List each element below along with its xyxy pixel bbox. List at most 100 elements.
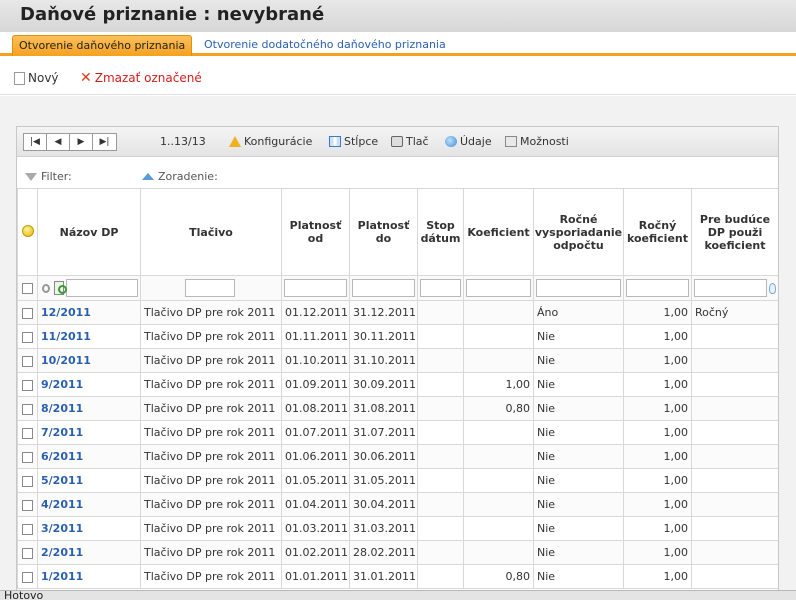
column-header-platnost-do[interactable]: Platnosť do	[349, 188, 418, 276]
cell-tlacivo: Tlačivo DP pre rok 2011	[140, 444, 282, 469]
cell-koef: 0,80	[463, 564, 534, 589]
row-checkbox[interactable]	[22, 355, 33, 367]
cell-stop	[417, 348, 464, 373]
record-range: 1..13/13	[160, 135, 206, 148]
tax-return-link[interactable]: 12/2011	[41, 306, 91, 319]
table-row[interactable]: 3/2011 Tlačivo DP pre rok 2011 01.03.2011 3…	[17, 516, 778, 541]
tax-return-link[interactable]: 1/2011	[41, 570, 83, 583]
row-checkbox[interactable]	[22, 523, 33, 535]
data-button[interactable]: Údaje	[445, 135, 492, 148]
tax-return-link[interactable]: 9/2011	[41, 378, 83, 391]
cell-do: 31.05.2011	[349, 468, 418, 493]
table-row[interactable]: 10/2011 Tlačivo DP pre rok 2011 01.10.2011…	[17, 348, 778, 373]
pager-first-button[interactable]: |◀	[24, 134, 47, 150]
tax-return-link[interactable]: 8/2011	[41, 402, 83, 415]
row-checkbox-cell	[17, 300, 38, 325]
column-header-stop-datum[interactable]: Stop dátum	[417, 188, 464, 276]
column-header-rocne-vysporiadanie[interactable]: Ročné vysporiadanie odpočtu	[533, 188, 624, 276]
filter-sort-bar: Filter: Zoradenie:	[17, 165, 778, 187]
filter-input-pre-buduce-dp[interactable]	[694, 279, 767, 297]
filter-toggle[interactable]: Filter:	[25, 170, 72, 183]
row-checkbox[interactable]	[22, 499, 33, 511]
cell-stop	[417, 492, 464, 517]
row-checkbox[interactable]	[22, 475, 33, 487]
table-row[interactable]: 7/2011 Tlačivo DP pre rok 2011 01.07.2011 3…	[17, 420, 778, 445]
filter-input-tlacivo[interactable]	[185, 279, 235, 297]
tab-open-tax-return[interactable]: Otvorenie daňového priznania	[12, 35, 193, 56]
advanced-search-icon[interactable]	[53, 281, 67, 295]
filter-input-platnost-od[interactable]	[284, 279, 347, 297]
row-checkbox[interactable]	[22, 307, 33, 319]
cell-rocny: 1,00	[623, 444, 692, 469]
column-header-platnost-od[interactable]: Platnosť od	[281, 188, 350, 276]
row-checkbox[interactable]	[22, 331, 33, 343]
print-button[interactable]: Tlač	[391, 135, 429, 148]
table-row[interactable]: 8/2011 Tlačivo DP pre rok 2011 01.08.2011 3…	[17, 396, 778, 421]
filter-input-stop-datum[interactable]	[420, 279, 461, 297]
column-header-pre-buduce-dp[interactable]: Pre budúce DP použi koeficient	[691, 188, 778, 276]
table-row[interactable]: 9/2011 Tlačivo DP pre rok 2011 01.09.2011 3…	[17, 372, 778, 397]
configurations-button[interactable]: Konfigurácie	[229, 135, 312, 148]
cell-nazov: 11/2011	[37, 324, 141, 349]
table-row[interactable]: 5/2011 Tlačivo DP pre rok 2011 01.05.2011 3…	[17, 468, 778, 493]
search-icon[interactable]	[42, 283, 50, 293]
options-button[interactable]: Možnosti	[505, 135, 569, 148]
table-row[interactable]: 2/2011 Tlačivo DP pre rok 2011 01.02.2011 2…	[17, 540, 778, 565]
delete-selected-button[interactable]: ✕ Zmazať označené	[80, 71, 202, 85]
filter-input-rocne-vysporiadanie[interactable]	[536, 279, 621, 297]
row-checkbox[interactable]	[22, 379, 33, 391]
pager-next-button[interactable]: ▶	[70, 134, 93, 150]
row-checkbox-cell	[17, 516, 38, 541]
tax-return-link[interactable]: 7/2011	[41, 426, 83, 439]
column-header-rocny-koeficient[interactable]: Ročný koeficient	[623, 188, 692, 276]
cell-do: 30.09.2011	[349, 372, 418, 397]
tax-return-link[interactable]: 11/2011	[41, 330, 91, 343]
cell-buduce	[691, 420, 778, 445]
row-checkbox[interactable]	[22, 427, 33, 439]
tax-return-link[interactable]: 2/2011	[41, 546, 83, 559]
cell-rocny: 1,00	[623, 492, 692, 517]
filter-cell-tlacivo	[140, 275, 282, 301]
filter-input-rocny-koeficient[interactable]	[626, 279, 689, 297]
row-checkbox[interactable]	[22, 547, 33, 559]
table-row[interactable]: 11/2011 Tlačivo DP pre rok 2011 01.11.2011…	[17, 324, 778, 349]
filter-input-nazov[interactable]	[66, 279, 138, 297]
table-row[interactable]: 12/2011 Tlačivo DP pre rok 2011 01.12.2011…	[17, 300, 778, 325]
tax-return-link[interactable]: 4/2011	[41, 498, 83, 511]
cell-koef	[463, 300, 534, 325]
table-row[interactable]: 4/2011 Tlačivo DP pre rok 2011 01.04.2011 3…	[17, 492, 778, 517]
row-checkbox[interactable]	[22, 571, 33, 583]
pager-prev-button[interactable]: ◀	[47, 134, 70, 150]
header-select-all[interactable]	[17, 188, 38, 276]
row-checkbox[interactable]	[22, 403, 33, 415]
cell-nazov: 5/2011	[37, 468, 141, 493]
tax-return-link[interactable]: 5/2011	[41, 474, 83, 487]
filter-checkbox[interactable]	[22, 283, 33, 294]
cell-nazov: 6/2011	[37, 444, 141, 469]
sort-toggle[interactable]: Zoradenie:	[142, 170, 218, 183]
table-row[interactable]: 1/2011 Tlačivo DP pre rok 2011 01.01.2011 3…	[17, 564, 778, 589]
column-header-nazov[interactable]: Názov DP	[37, 188, 141, 276]
filter-input-koeficient[interactable]	[466, 279, 531, 297]
column-header-koeficient[interactable]: Koeficient	[463, 188, 534, 276]
new-button[interactable]: Nový	[14, 71, 59, 85]
filter-hint-bulb-icon[interactable]	[768, 282, 776, 294]
cell-od: 01.05.2011	[281, 468, 350, 493]
cell-rocne: Nie	[533, 396, 624, 421]
table-row[interactable]: 6/2011 Tlačivo DP pre rok 2011 01.06.2011 3…	[17, 444, 778, 469]
row-checkbox[interactable]	[22, 451, 33, 463]
filter-row-checkbox-cell	[17, 275, 38, 301]
columns-button[interactable]: Stĺpce	[329, 135, 378, 148]
cell-buduce	[691, 564, 778, 589]
cell-rocny: 1,00	[623, 420, 692, 445]
cell-tlacivo: Tlačivo DP pre rok 2011	[140, 468, 282, 493]
tax-return-link[interactable]: 10/2011	[41, 354, 91, 367]
tax-return-link[interactable]: 6/2011	[41, 450, 83, 463]
cell-rocne: Nie	[533, 348, 624, 373]
pager-last-button[interactable]: ▶|	[93, 134, 116, 150]
tax-return-link[interactable]: 3/2011	[41, 522, 83, 535]
column-header-tlacivo[interactable]: Tlačivo	[140, 188, 282, 276]
tab-open-supplementary-tax-return[interactable]: Otvorenie dodatočného daňového priznania	[198, 35, 452, 56]
new-document-icon	[14, 71, 25, 85]
filter-input-platnost-do[interactable]	[352, 279, 415, 297]
